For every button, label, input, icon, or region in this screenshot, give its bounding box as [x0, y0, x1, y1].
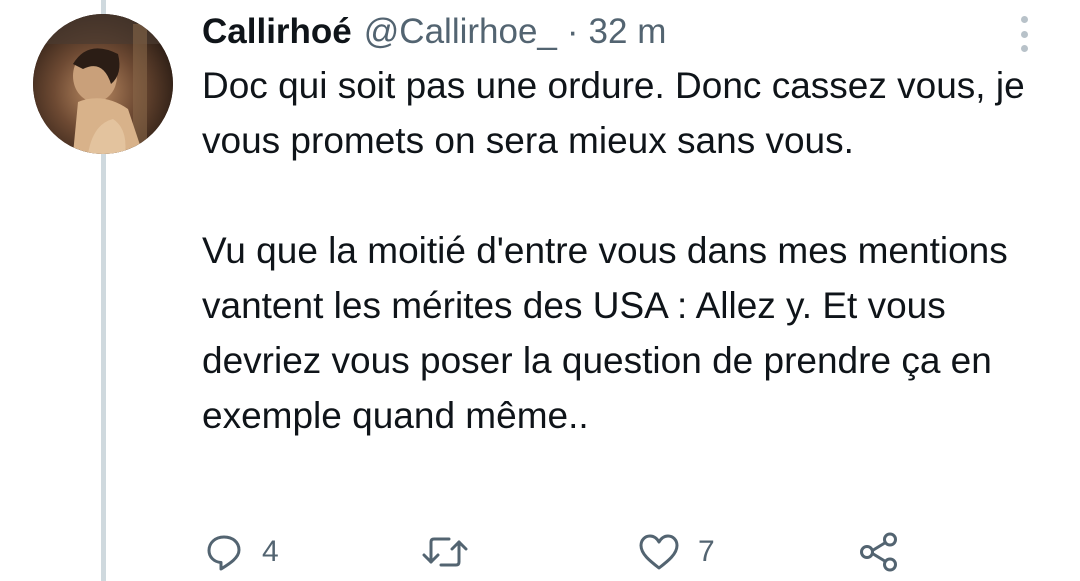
avatar-image [33, 14, 173, 154]
tweet-actions: 4 7 [202, 528, 922, 576]
display-name[interactable]: Callirhoé [202, 12, 352, 52]
like-button[interactable]: 7 [638, 528, 715, 576]
reply-icon [207, 535, 241, 571]
share-button[interactable] [858, 528, 900, 576]
tweet-text: Doc qui soit pas une ordure. Donc cassez… [202, 58, 1062, 443]
like-count: 7 [698, 535, 715, 568]
tweet: Callirhoé @Callirhoe_ · 32 m Doc qui soi… [202, 12, 1050, 443]
reply-button[interactable]: 4 [204, 528, 279, 576]
more-vertical-icon[interactable] [1018, 16, 1030, 52]
tweet-timestamp[interactable]: 32 m [589, 12, 667, 52]
tweet-paragraph: Doc qui soit pas une ordure. Donc cassez… [202, 65, 1025, 161]
share-icon [860, 532, 897, 572]
heart-icon [639, 534, 679, 570]
avatar[interactable] [33, 14, 173, 154]
user-handle[interactable]: @Callirhoe_ [364, 12, 557, 52]
separator-dot: · [566, 12, 579, 51]
reply-count: 4 [262, 535, 279, 568]
tweet-header: Callirhoé @Callirhoe_ · 32 m [202, 12, 1050, 58]
retweet-button[interactable] [422, 528, 486, 576]
retweet-icon [422, 537, 468, 567]
tweet-paragraph: Vu que la moitié d'entre vous dans mes m… [202, 230, 1008, 436]
